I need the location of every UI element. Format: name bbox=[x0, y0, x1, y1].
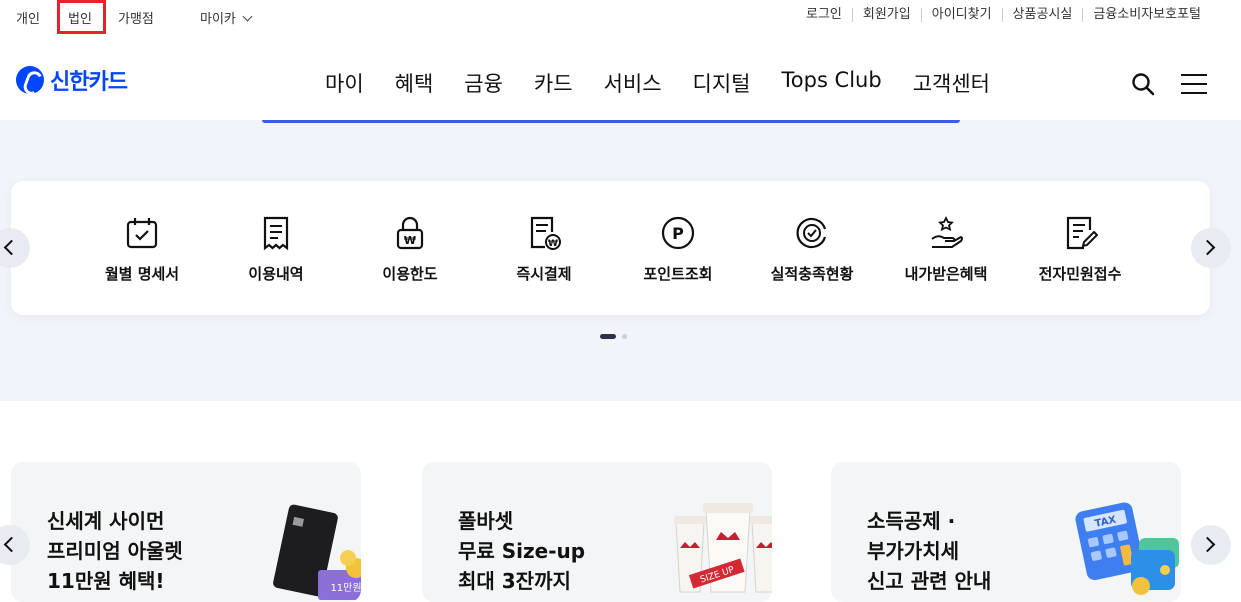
login-link[interactable]: 로그인 bbox=[796, 8, 852, 22]
svg-text:P: P bbox=[672, 224, 684, 243]
quick-item-label: 월별 명세서 bbox=[104, 265, 180, 283]
quick-menu-next-button[interactable] bbox=[1191, 228, 1231, 268]
banner-edge bbox=[262, 120, 960, 123]
signup-link[interactable]: 회원가입 bbox=[851, 8, 921, 22]
main-header: 신한카드 마이 혜택 금융 카드 서비스 디지털 Tops Club 고객센터 bbox=[0, 36, 1241, 120]
search-icon[interactable] bbox=[1131, 72, 1155, 96]
hero-section: 월별 명세서 이용내역 ₩ 이용한도 ₩ 즉시결제 P 포인트조회 실적충족현황… bbox=[0, 120, 1241, 401]
receipt-icon bbox=[263, 216, 289, 251]
svg-text:₩: ₩ bbox=[404, 234, 416, 247]
chevron-right-icon bbox=[1199, 239, 1216, 256]
nav-digital[interactable]: 디지털 bbox=[693, 68, 751, 98]
quick-item-label: 즉시결제 bbox=[516, 265, 572, 283]
quick-item-instant-pay[interactable]: ₩ 즉시결제 bbox=[484, 215, 604, 284]
nav-finance[interactable]: 금융 bbox=[464, 68, 503, 98]
quick-item-limit[interactable]: ₩ 이용한도 bbox=[350, 215, 470, 284]
chevron-left-icon bbox=[3, 536, 20, 553]
global-nav: 마이 혜택 금융 카드 서비스 디지털 Tops Club 고객센터 bbox=[325, 68, 1021, 98]
utility-links: 로그인 회원가입 아이디찾기 상품공시실 금융소비자보호포털 bbox=[796, 8, 1211, 22]
black-card-image: 11만원 bbox=[273, 504, 361, 600]
point-icon: P bbox=[661, 216, 695, 250]
quick-item-performance[interactable]: 실적충족현황 bbox=[752, 215, 872, 284]
segment-merchant[interactable]: 가맹점 bbox=[118, 8, 154, 27]
active-segment-highlight bbox=[57, 0, 106, 34]
menu-icon[interactable] bbox=[1181, 74, 1207, 94]
quick-item-label: 포인트조회 bbox=[643, 265, 713, 283]
pagination-dot-active[interactable] bbox=[600, 334, 616, 339]
hand-star-icon bbox=[931, 215, 963, 248]
promo-title-line: 부가가치세 bbox=[867, 539, 959, 563]
promo-badge: 11만원 bbox=[330, 582, 361, 594]
nav-my[interactable]: 마이 bbox=[325, 68, 364, 98]
nav-customer-center[interactable]: 고객센터 bbox=[913, 68, 990, 98]
quick-item-statement[interactable]: 월별 명세서 bbox=[82, 215, 202, 284]
calendar-check-icon bbox=[126, 218, 158, 249]
chevron-left-icon bbox=[3, 239, 20, 256]
consumer-protection-link[interactable]: 금융소비자보호포털 bbox=[1082, 8, 1211, 22]
logo-text: 신한카드 bbox=[50, 70, 128, 95]
quick-item-label: 전자민원접수 bbox=[1038, 265, 1122, 283]
promo-title: 폴바셋 무료 Size-up 최대 3잔까지 bbox=[458, 506, 585, 596]
promo-card-tax[interactable]: 소득공제 · 부가가치세 신고 관련 안내 TAX bbox=[831, 462, 1181, 602]
quick-item-usage[interactable]: 이용내역 bbox=[216, 215, 336, 284]
coffee-cups-image: SIZE UP bbox=[674, 503, 772, 593]
quick-item-label: 이용내역 bbox=[248, 265, 304, 283]
segment-personal[interactable]: 개인 bbox=[16, 8, 40, 27]
promo-title-line: 신세계 사이먼 bbox=[47, 509, 165, 533]
promo-title-line: 11만원 혜택! bbox=[47, 569, 165, 593]
carousel-pagination bbox=[600, 334, 633, 339]
lock-won-icon: ₩ bbox=[396, 216, 424, 250]
promo-next-button[interactable] bbox=[1191, 525, 1231, 565]
promo-title-line: 폴바셋 bbox=[458, 509, 514, 533]
logo-mark-icon bbox=[16, 66, 44, 94]
chevron-down-icon bbox=[242, 11, 253, 22]
nav-service[interactable]: 서비스 bbox=[604, 68, 662, 98]
find-id-link[interactable]: 아이디찾기 bbox=[920, 8, 1002, 22]
quick-item-civil-petition[interactable]: 전자민원접수 bbox=[1020, 215, 1140, 284]
svg-text:₩: ₩ bbox=[548, 239, 558, 249]
promo-title-line: 신고 관련 안내 bbox=[867, 569, 992, 593]
segment-mycar[interactable]: 마이카 bbox=[200, 8, 253, 27]
nav-tops-club[interactable]: Tops Club bbox=[782, 68, 882, 98]
bill-pay-icon: ₩ bbox=[530, 216, 561, 250]
promo-title-line: 소득공제 · bbox=[867, 509, 956, 533]
quick-item-label: 내가받은혜택 bbox=[904, 265, 988, 283]
promo-card-simon[interactable]: 신세계 사이먼 프리미엄 아울렛 11만원 혜택! 11만원 bbox=[11, 462, 361, 602]
pagination-dot[interactable] bbox=[622, 334, 627, 339]
quick-item-label: 이용한도 bbox=[382, 265, 438, 283]
product-disclosure-link[interactable]: 상품공시실 bbox=[1001, 8, 1083, 22]
quick-item-points[interactable]: P 포인트조회 bbox=[618, 215, 738, 284]
quick-item-received-benefits[interactable]: 내가받은혜택 bbox=[886, 215, 1006, 284]
document-edit-icon bbox=[1066, 216, 1098, 250]
nav-card[interactable]: 카드 bbox=[534, 68, 573, 98]
promo-title-line: 최대 3잔까지 bbox=[458, 569, 571, 593]
segment-mycar-label: 마이카 bbox=[200, 12, 236, 27]
top-bar: 개인 법인 가맹점 마이카 로그인 회원가입 아이디찾기 상품공시실 금융소비자… bbox=[0, 0, 1241, 36]
promo-card-paul-bassett[interactable]: 폴바셋 무료 Size-up 최대 3잔까지 SIZE UP bbox=[422, 462, 772, 602]
brand-logo[interactable]: 신한카드 bbox=[16, 64, 128, 96]
promo-title-line: 무료 Size-up bbox=[458, 539, 586, 563]
promo-title-line: 프리미엄 아울렛 bbox=[47, 539, 183, 563]
promo-title: 소득공제 · 부가가치세 신고 관련 안내 bbox=[867, 506, 991, 596]
tax-calculator-image: TAX bbox=[1075, 502, 1179, 595]
nav-benefits[interactable]: 혜택 bbox=[395, 68, 434, 98]
promo-title: 신세계 사이먼 프리미엄 아울렛 11만원 혜택! bbox=[47, 506, 183, 596]
chevron-right-icon bbox=[1199, 536, 1216, 553]
quick-item-label: 실적충족현황 bbox=[770, 265, 854, 283]
target-check-icon bbox=[796, 217, 827, 249]
quick-menu-card: 월별 명세서 이용내역 ₩ 이용한도 ₩ 즉시결제 P 포인트조회 실적충족현황… bbox=[11, 181, 1210, 315]
